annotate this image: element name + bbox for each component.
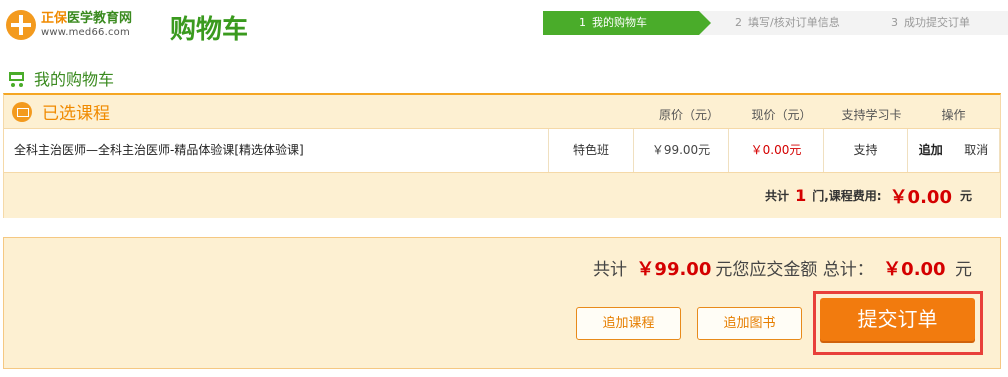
monitor-icon: [12, 101, 32, 122]
column-operation: 操作: [941, 108, 966, 122]
site-logo[interactable]: 正保医学教育网 www.med66.com: [6, 8, 146, 42]
column-original-price: 原价（元）: [658, 108, 719, 122]
courses-total-middle: 门,课程费用:: [812, 189, 882, 203]
step-number: 1: [579, 16, 586, 29]
shopping-cart-page: 正保医学教育网 www.med66.com 购物车 1 我的购物车 2 填写/核对订…: [0, 0, 1008, 377]
courses-header: 已选课程 原价（元） 现价（元） 支持学习卡 操作: [4, 95, 1000, 129]
courses-title: 已选课程: [4, 99, 604, 124]
course-operations: 追加 取消: [908, 129, 1000, 172]
submit-order-button[interactable]: 提交订单: [820, 298, 975, 341]
cart-heading: 我的购物车: [6, 66, 114, 90]
courses-total: 共计 1 门,课程费用: ￥0.00 元: [4, 173, 1000, 218]
summary-unit: 元: [955, 260, 972, 280]
logo-cross-icon: [6, 10, 36, 40]
add-course-link[interactable]: 追加: [919, 129, 943, 172]
step-number: 2: [735, 16, 742, 29]
selected-courses-panel: 已选课程 原价（元） 现价（元） 支持学习卡 操作 全科主治医师—全科主治医师-…: [3, 93, 1001, 218]
page-title: 购物车: [170, 15, 249, 45]
courses-title-text: 已选课程: [42, 104, 110, 124]
column-study-card: 支持学习卡: [841, 108, 902, 122]
courses-total-prefix: 共计: [765, 189, 790, 203]
order-summary-panel: 共计 ￥99.00 元您应交金额 总计： ￥0.00 元 追加课程 追加图书 提交…: [3, 237, 1001, 369]
add-course-button[interactable]: 追加课程: [576, 307, 681, 340]
summary-line: 共计 ￥99.00 元您应交金额 总计： ￥0.00 元: [593, 255, 972, 281]
step-submit-success: 3 成功提交订单: [855, 11, 1008, 35]
summary-total-amount: ￥99.00: [636, 259, 712, 280]
course-type: 特色班: [549, 129, 634, 172]
column-current-price: 现价（元）: [751, 108, 812, 122]
step-number: 3: [891, 16, 898, 29]
course-name: 全科主治医师—全科主治医师-精品体验课[精选体验课]: [4, 129, 549, 172]
logo-text: 正保医学教育网 www.med66.com: [41, 12, 132, 38]
logo-name-suffix: 医学教育网: [67, 11, 133, 26]
logo-name: 正保医学教育网: [41, 12, 132, 25]
course-row: 全科主治医师—全科主治医师-精品体验课[精选体验课] 特色班 ￥99.00元 ￥…: [4, 129, 1000, 173]
step-fill-order-info: 2 填写/核对订单信息: [699, 11, 867, 35]
step-label: 我的购物车: [592, 16, 647, 29]
step-label: 成功提交订单: [904, 16, 970, 29]
course-original-price: ￥99.00元: [634, 129, 729, 172]
course-current-price: ￥0.00元: [729, 129, 824, 172]
logo-name-prefix: 正保: [41, 11, 68, 26]
courses-count: 1: [795, 186, 807, 205]
cart-heading-text: 我的购物车: [34, 70, 115, 89]
cancel-course-link[interactable]: 取消: [964, 129, 988, 172]
summary-total-label: 共计: [593, 260, 628, 280]
cart-icon: [6, 69, 26, 87]
step-my-cart: 1 我的购物车: [543, 11, 711, 35]
add-book-button[interactable]: 追加图书: [697, 307, 802, 340]
summary-payable-amount: ￥0.00: [883, 259, 946, 280]
checkout-steps: 1 我的购物车 2 填写/核对订单信息 3 成功提交订单: [543, 11, 1008, 35]
courses-fee-unit: 元: [959, 189, 972, 203]
step-label: 填写/核对订单信息: [748, 16, 840, 29]
course-study-card: 支持: [824, 129, 908, 172]
summary-payable-label: 元您应交金额 总计：: [715, 260, 874, 280]
courses-fee: ￥0.00: [889, 186, 952, 208]
logo-url: www.med66.com: [41, 27, 130, 38]
